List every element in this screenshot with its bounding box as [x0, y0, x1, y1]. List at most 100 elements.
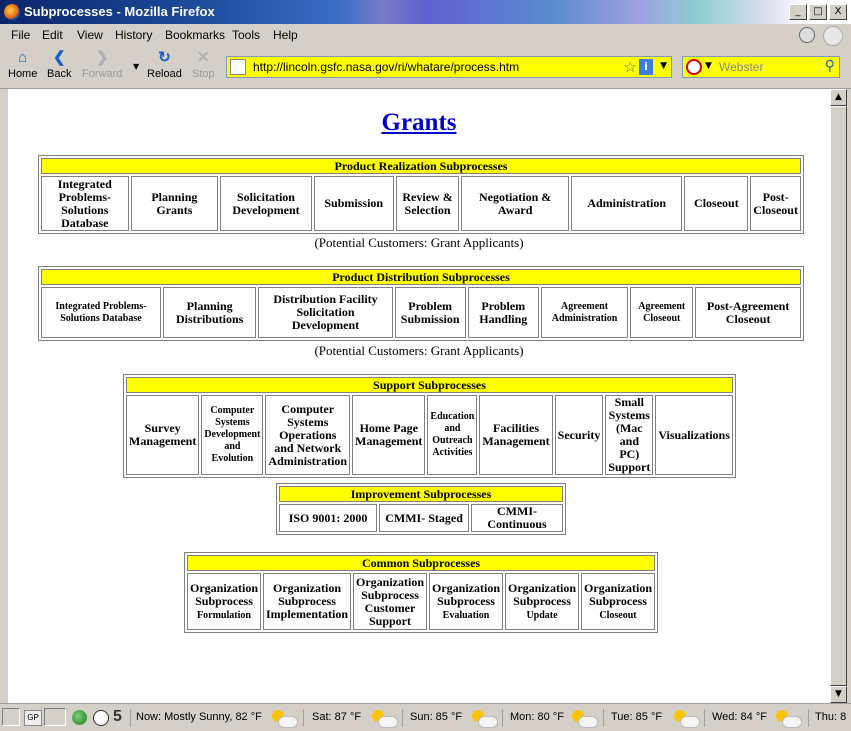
- menu-file[interactable]: File: [11, 28, 30, 42]
- forward-button[interactable]: ❯ Forward: [82, 49, 122, 81]
- table-cell: Submission: [313, 176, 394, 231]
- table-cell: Closeout: [684, 176, 749, 231]
- weather-day[interactable]: Sun: 85 °F: [410, 711, 462, 723]
- search-input[interactable]: Webster: [719, 60, 763, 74]
- vertical-scrollbar[interactable]: ▲ ▼: [830, 89, 847, 703]
- cell-main: Organization Subprocess: [508, 580, 576, 608]
- table-cell: Security: [554, 395, 604, 475]
- scroll-up-icon[interactable]: ▲: [830, 89, 847, 106]
- page-title[interactable]: Grants: [8, 109, 830, 137]
- table-cell: Agreement Closeout: [630, 287, 694, 338]
- table-cell: Computer Systems Operations and Network …: [265, 395, 351, 475]
- table-cell: Organization Subprocess Update: [505, 573, 579, 630]
- back-label: Back: [47, 68, 72, 80]
- table-cell: Home Page Management: [352, 395, 426, 475]
- back-arrow-icon: ❮: [52, 49, 66, 66]
- search-icon[interactable]: ⚲: [825, 58, 835, 74]
- cell-sub: Closeout: [599, 609, 637, 621]
- cell-main: Organization Subprocess: [356, 574, 424, 602]
- table-cell: CMMI- Staged: [379, 504, 470, 532]
- search-engine-icon[interactable]: [686, 59, 702, 75]
- menu-help[interactable]: Help: [273, 28, 298, 42]
- address-bar[interactable]: http://lincoln.gsfc.nasa.gov/ri/whatare/…: [226, 56, 672, 78]
- back-button[interactable]: ❮ Back: [47, 49, 72, 81]
- sunny-icon: [774, 710, 802, 728]
- weather-day[interactable]: Wed: 84 °F: [712, 711, 767, 723]
- minimize-button[interactable]: _: [789, 4, 807, 20]
- divider: [502, 709, 503, 727]
- menu-tools[interactable]: Tools: [232, 28, 260, 42]
- gp-icon[interactable]: GP: [24, 710, 42, 726]
- scroll-down-icon[interactable]: ▼: [830, 686, 847, 703]
- table-header: Product Distribution Subprocesses: [41, 269, 801, 285]
- table-cell: Post-Closeout: [750, 176, 801, 231]
- product-distribution-table: Product Distribution Subprocesses Integr…: [38, 266, 804, 341]
- throbber-icon: [823, 26, 843, 46]
- search-bar[interactable]: ▼ Webster ⚲: [682, 56, 840, 78]
- address-input[interactable]: http://lincoln.gsfc.nasa.gov/ri/whatare/…: [253, 60, 519, 74]
- weather-day[interactable]: Sat: 87 °F: [312, 711, 361, 723]
- clock-icon[interactable]: [93, 710, 109, 726]
- table-cell: Agreement Administration: [540, 287, 629, 338]
- scroll-thumb[interactable]: [830, 106, 847, 686]
- home-label: Home: [8, 68, 38, 80]
- divider: [130, 709, 131, 727]
- table-cell: Negotiation & Award: [461, 176, 569, 231]
- product-realization-table: Product Realization Subprocesses Integra…: [38, 155, 804, 234]
- table-cell: Integrated Problems-Solutions Database: [41, 176, 129, 231]
- support-table: Support Subprocesses Survey Management C…: [123, 374, 736, 478]
- table-cell: Visualizations: [655, 395, 733, 475]
- table-cell: Problem Submission: [394, 287, 466, 338]
- table-cell: Problem Handling: [467, 287, 539, 338]
- reload-label: Reload: [147, 68, 182, 80]
- cell-main: Organization Subprocess: [432, 580, 500, 608]
- table-cell: Small Systems (Mac and PC) Support: [605, 395, 654, 475]
- table-cell: Computer Systems Development and Evoluti…: [201, 395, 264, 475]
- table-cell: Solicitation Development: [220, 176, 312, 231]
- weather-day[interactable]: Thu: 8: [815, 711, 846, 723]
- cell-main: Organization Subprocess: [273, 581, 341, 608]
- close-button[interactable]: X: [829, 4, 847, 20]
- stop-label: Stop: [192, 68, 215, 80]
- sunny-icon: [672, 710, 700, 728]
- menu-history[interactable]: History: [115, 28, 152, 42]
- history-dropdown-icon[interactable]: ▼: [133, 62, 139, 71]
- weather-now[interactable]: Now: Mostly Sunny, 82 °F: [136, 711, 262, 723]
- common-table: Common Subprocesses Organization Subproc…: [184, 552, 658, 633]
- menu-bookmarks[interactable]: Bookmarks: [165, 28, 225, 42]
- cell-main: Organization Subprocess: [190, 580, 258, 608]
- reload-button[interactable]: ↻ Reload: [147, 49, 182, 81]
- table-cell: CMMI- Continuous: [471, 504, 563, 532]
- stop-button[interactable]: ✕ Stop: [192, 50, 215, 81]
- window-controls: _ □ X: [789, 4, 847, 20]
- globe-icon[interactable]: [72, 710, 87, 725]
- customers-caption: (Potential Customers: Grant Applicants): [314, 235, 524, 250]
- weather-day[interactable]: Tue: 85 °F: [611, 711, 662, 723]
- cell-sub: Evaluation: [442, 609, 490, 621]
- table-cell: Organization Subprocess Formulation: [187, 573, 261, 630]
- search-engine-dropdown-icon[interactable]: ▼: [705, 61, 712, 71]
- sunny-icon: [570, 710, 598, 728]
- menu-edit[interactable]: Edit: [42, 28, 63, 42]
- menu-view[interactable]: View: [77, 28, 103, 42]
- account-icon[interactable]: [799, 27, 815, 43]
- table-cell: Post-Agreement Closeout: [695, 287, 801, 338]
- counter-badge[interactable]: 5: [113, 708, 122, 726]
- weather-day[interactable]: Mon: 80 °F: [510, 711, 564, 723]
- forward-arrow-icon: ❯: [95, 49, 109, 66]
- table-cell: Review & Selection: [395, 176, 460, 231]
- cell-sub: Formulation: [197, 609, 251, 621]
- status-panel: [2, 708, 20, 726]
- reload-icon: ↻: [158, 49, 171, 66]
- navigation-toolbar: ⌂ Home ❮ Back ❯ Forward ▼ ↻ Reload ✕ Sto…: [0, 46, 851, 89]
- sunny-icon: [370, 710, 398, 728]
- address-dropdown-icon[interactable]: ▼: [660, 61, 667, 71]
- cell-sub: Implementation: [266, 607, 348, 621]
- info-icon[interactable]: i: [639, 59, 653, 75]
- bookmark-star-icon[interactable]: ☆: [624, 58, 637, 76]
- maximize-button[interactable]: □: [809, 4, 827, 20]
- home-button[interactable]: ⌂ Home: [8, 49, 38, 81]
- home-icon: ⌂: [18, 49, 28, 66]
- table-cell: Planning Distributions: [162, 287, 257, 338]
- table-header: Support Subprocesses: [126, 377, 733, 393]
